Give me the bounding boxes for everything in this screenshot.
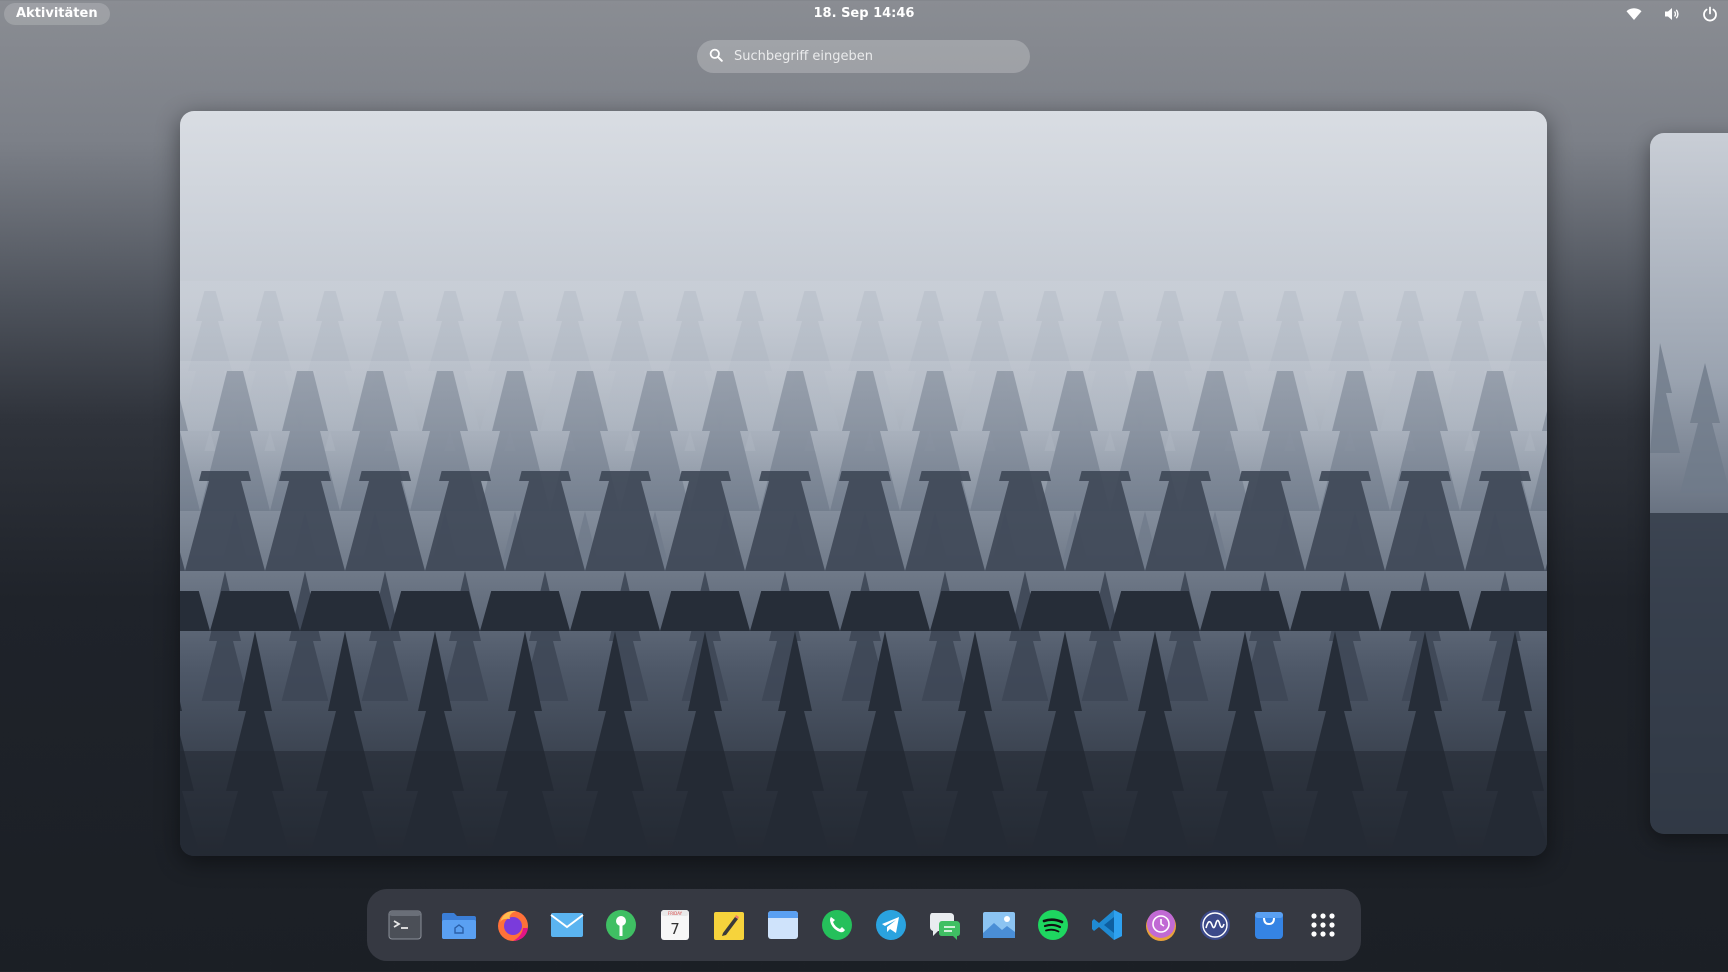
workspace-thumbnail-next[interactable] <box>1650 133 1728 834</box>
shopping-bag-icon <box>1255 912 1283 939</box>
whatsapp-icon <box>822 910 852 940</box>
system-tray <box>1624 4 1720 24</box>
volume-icon[interactable] <box>1662 4 1682 24</box>
clock-display: 18. Sep 14:46 <box>0 0 1728 28</box>
date-time-label[interactable]: 18. Sep 14:46 <box>806 6 923 21</box>
terminal-icon <box>388 910 422 940</box>
dock-app-terminal[interactable] <box>383 903 427 947</box>
dock-app-software-store[interactable] <box>1247 903 1291 947</box>
calendar-day: 7 <box>670 920 680 938</box>
dock-app-spotify[interactable] <box>1031 903 1075 947</box>
window-icon <box>768 911 798 939</box>
dock: FRIDAY 7 <box>367 889 1361 961</box>
wallpaper-foggy-forest <box>180 111 1547 856</box>
map-pin-icon <box>606 910 636 940</box>
dock-app-telegram[interactable] <box>869 903 913 947</box>
activities-button[interactable]: Aktivitäten <box>4 3 110 25</box>
dock-app-calendar[interactable]: FRIDAY 7 <box>653 903 697 947</box>
notes-icon <box>714 912 744 940</box>
dock-app-image-viewer[interactable] <box>977 903 1021 947</box>
dock-app-window[interactable] <box>761 903 805 947</box>
search-bar[interactable] <box>697 40 1030 73</box>
activity-wave-icon <box>1200 910 1230 940</box>
dock-app-notes[interactable] <box>707 903 751 947</box>
dock-app-clock[interactable] <box>1139 903 1183 947</box>
search-input[interactable] <box>732 48 1016 65</box>
wallpaper-foggy-forest <box>1650 133 1728 834</box>
top-bar: Aktivitäten 18. Sep 14:46 <box>0 0 1728 28</box>
dock-app-files[interactable] <box>437 903 481 947</box>
folder-icon <box>442 913 476 939</box>
calendar-icon: FRIDAY 7 <box>661 910 689 940</box>
dock-app-system-monitor[interactable] <box>1193 903 1237 947</box>
wifi-icon[interactable] <box>1624 4 1644 24</box>
search-icon <box>709 47 723 66</box>
power-icon[interactable] <box>1700 4 1720 24</box>
workspace-thumbnail-active[interactable] <box>180 111 1547 856</box>
mail-icon <box>550 913 584 937</box>
clock-icon <box>1146 910 1176 941</box>
dock-app-firefox[interactable] <box>491 903 535 947</box>
dock-app-maps[interactable] <box>599 903 643 947</box>
chat-bubbles-icon <box>930 913 960 940</box>
dock-app-mail[interactable] <box>545 903 589 947</box>
dock-app-vscode[interactable] <box>1085 903 1129 947</box>
dock-app-whatsapp[interactable] <box>815 903 859 947</box>
dock-app-messaging[interactable] <box>923 903 967 947</box>
app-grid-icon <box>1311 913 1335 937</box>
firefox-icon <box>498 910 528 941</box>
show-applications-button[interactable] <box>1301 903 1345 947</box>
vscode-icon <box>1092 910 1122 940</box>
calendar-weekday: FRIDAY <box>668 911 683 916</box>
spotify-icon <box>1038 910 1068 940</box>
image-icon <box>983 912 1015 938</box>
telegram-icon <box>876 910 906 940</box>
